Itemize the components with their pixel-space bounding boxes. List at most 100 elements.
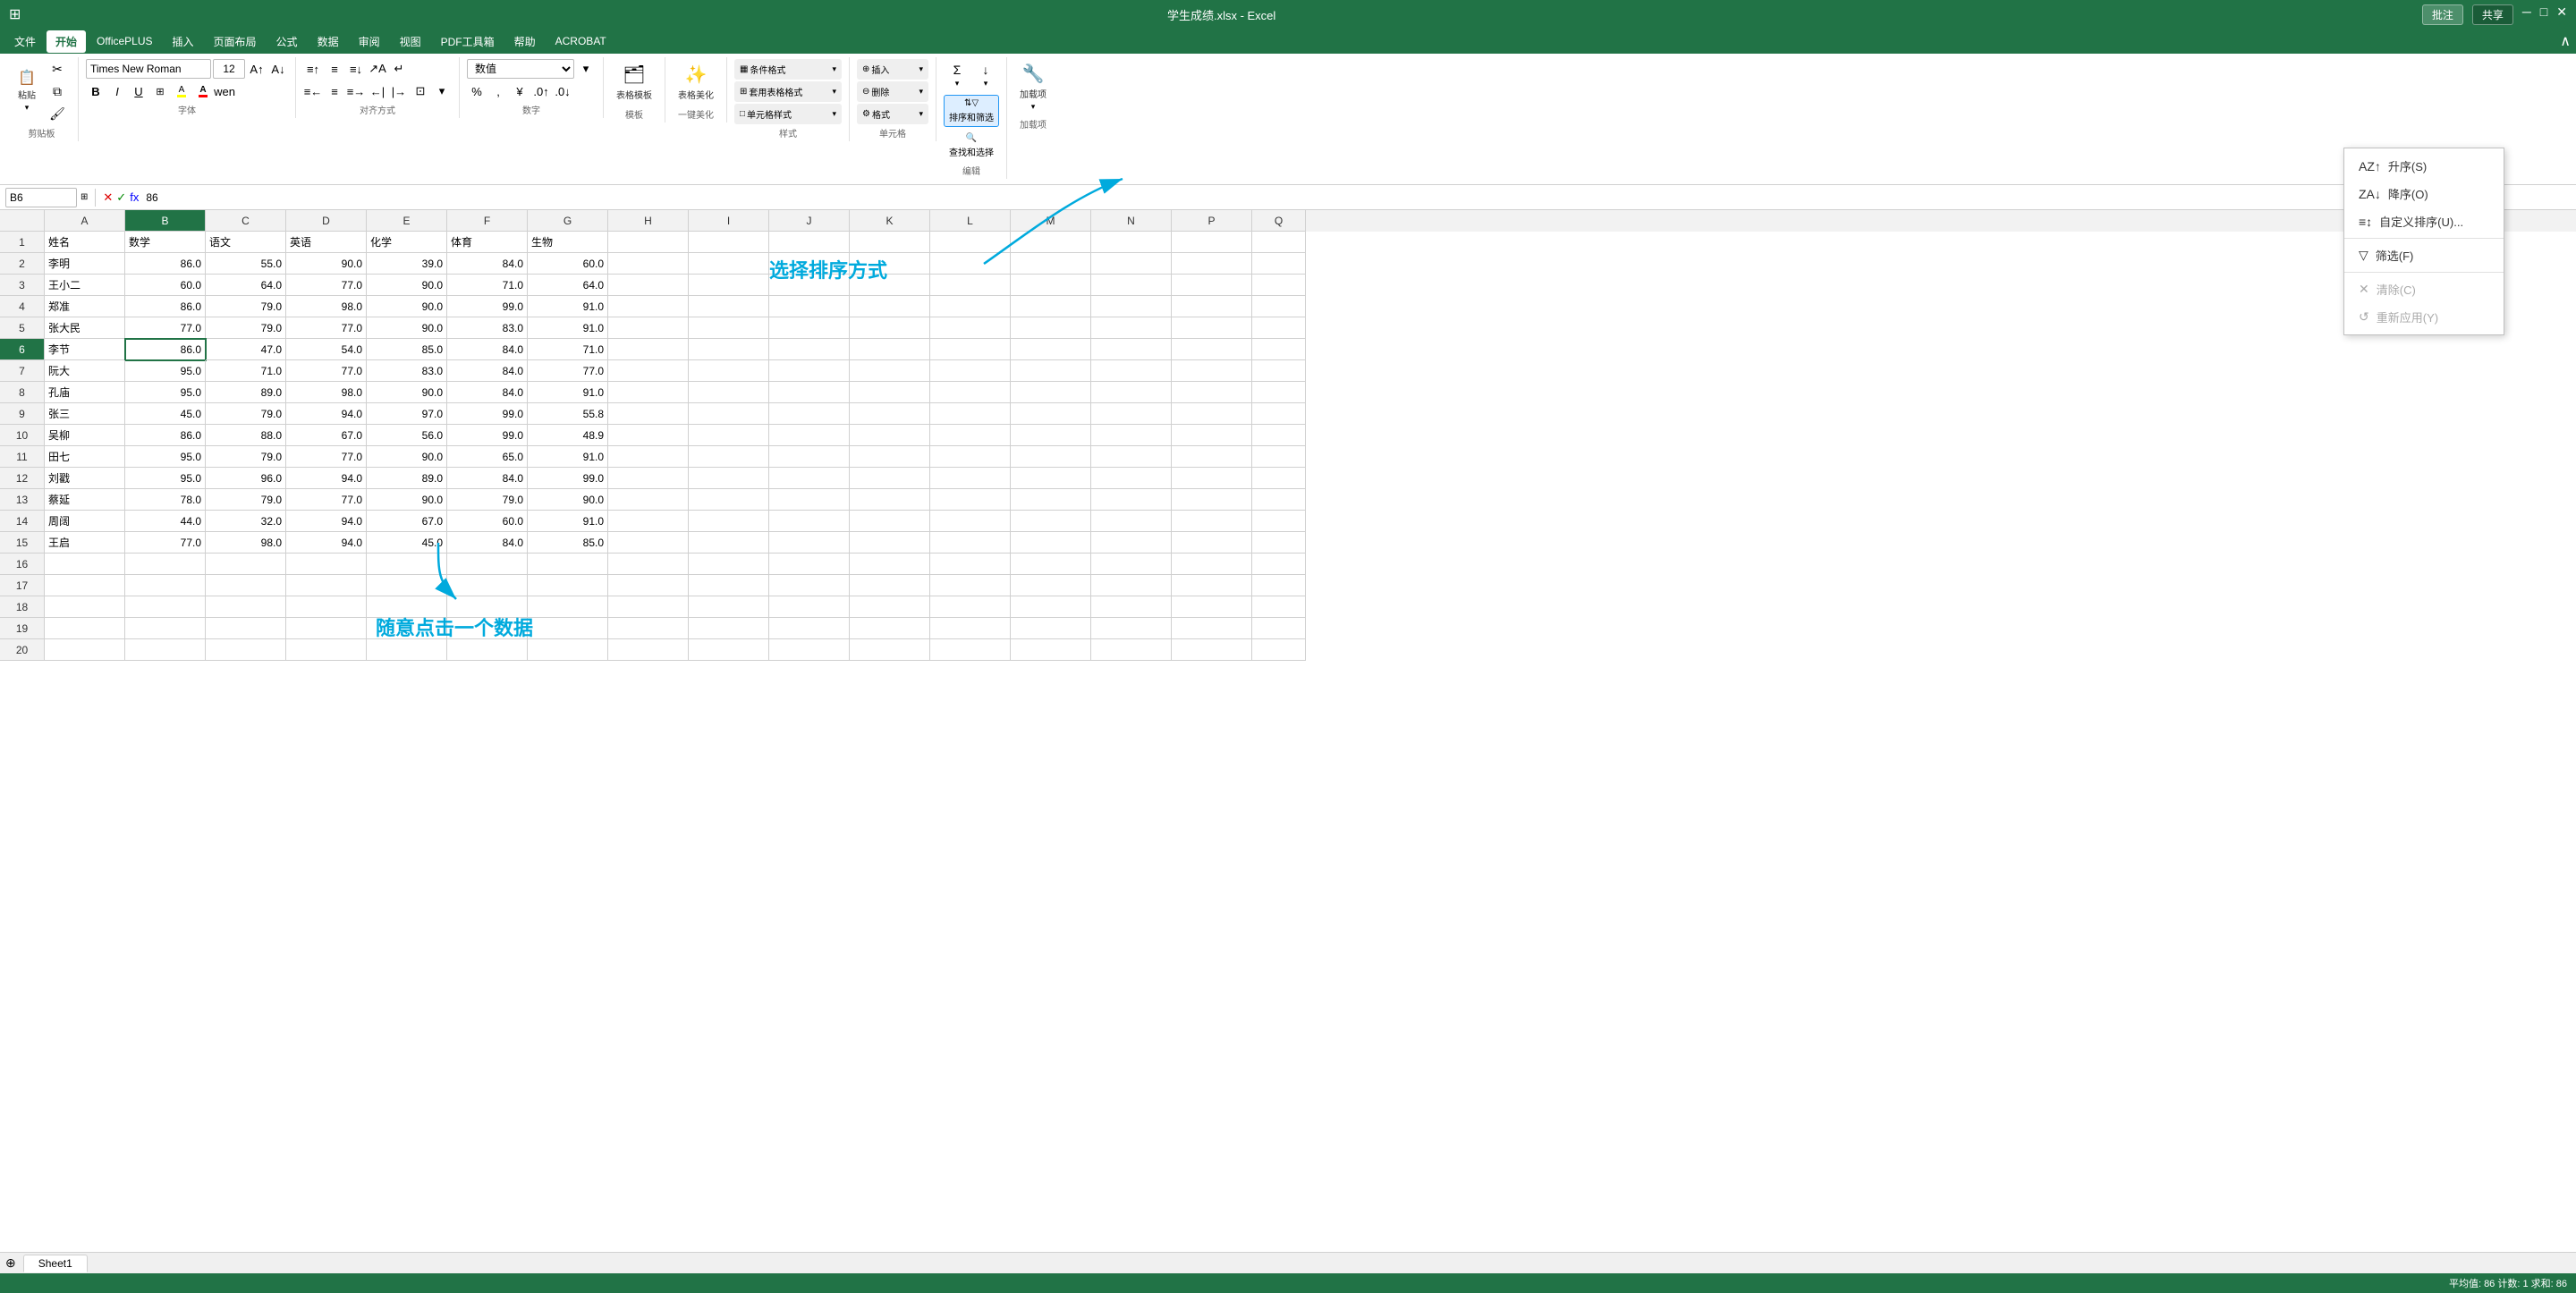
row-num-18[interactable]: 18 bbox=[0, 596, 45, 618]
cell-I6[interactable] bbox=[689, 339, 769, 360]
cell-P14[interactable] bbox=[1252, 511, 1306, 532]
cell-B17[interactable] bbox=[125, 575, 206, 596]
cell-C3[interactable]: 64.0 bbox=[206, 275, 286, 296]
cell-N11[interactable] bbox=[1091, 446, 1172, 468]
cell-F19[interactable] bbox=[447, 618, 528, 639]
cell-C9[interactable]: 79.0 bbox=[206, 403, 286, 425]
cell-C11[interactable]: 79.0 bbox=[206, 446, 286, 468]
cell-H5[interactable] bbox=[608, 317, 689, 339]
menu-pdftoolbox[interactable]: PDF工具箱 bbox=[432, 30, 504, 53]
cell-I17[interactable] bbox=[689, 575, 769, 596]
cell-A4[interactable]: 郑准 bbox=[45, 296, 125, 317]
cell-M10[interactable] bbox=[1011, 425, 1091, 446]
cell-P18[interactable] bbox=[1252, 596, 1306, 618]
cell-C18[interactable] bbox=[206, 596, 286, 618]
cell-G6[interactable]: 71.0 bbox=[528, 339, 608, 360]
merge-dropdown-button[interactable]: ▾ bbox=[432, 81, 452, 101]
cell-A8[interactable]: 孔庙 bbox=[45, 382, 125, 403]
cell-I16[interactable] bbox=[689, 554, 769, 575]
cell-D14[interactable]: 94.0 bbox=[286, 511, 367, 532]
cell-A7[interactable]: 阮大 bbox=[45, 360, 125, 382]
cell-J19[interactable] bbox=[769, 618, 850, 639]
cell-F14[interactable]: 60.0 bbox=[447, 511, 528, 532]
cell-B10[interactable]: 86.0 bbox=[125, 425, 206, 446]
cell-D16[interactable] bbox=[286, 554, 367, 575]
col-header-k[interactable]: K bbox=[850, 210, 930, 232]
cell-I12[interactable] bbox=[689, 468, 769, 489]
cell-E14[interactable]: 67.0 bbox=[367, 511, 447, 532]
cell-M11[interactable] bbox=[1011, 446, 1091, 468]
cell-M5[interactable] bbox=[1011, 317, 1091, 339]
cell-F7[interactable]: 84.0 bbox=[447, 360, 528, 382]
cell-I7[interactable] bbox=[689, 360, 769, 382]
cell-J18[interactable] bbox=[769, 596, 850, 618]
cell-H12[interactable] bbox=[608, 468, 689, 489]
row-num-1[interactable]: 1 bbox=[0, 232, 45, 253]
font-color-button[interactable]: A bbox=[193, 81, 213, 101]
cell-J8[interactable] bbox=[769, 382, 850, 403]
cell-O10[interactable] bbox=[1172, 425, 1252, 446]
cell-M13[interactable] bbox=[1011, 489, 1091, 511]
cell-l1[interactable] bbox=[930, 232, 1011, 253]
cell-O20[interactable] bbox=[1172, 639, 1252, 661]
col-header-j[interactable]: J bbox=[769, 210, 850, 232]
cell-D17[interactable] bbox=[286, 575, 367, 596]
font-size-input[interactable] bbox=[213, 59, 245, 79]
cell-J10[interactable] bbox=[769, 425, 850, 446]
cut-button[interactable]: ✂ bbox=[44, 59, 71, 80]
cell-D10[interactable]: 67.0 bbox=[286, 425, 367, 446]
cell-n1[interactable] bbox=[1091, 232, 1172, 253]
text-angle-button[interactable]: ↗A bbox=[368, 59, 387, 79]
cell-K5[interactable] bbox=[850, 317, 930, 339]
col-header-p[interactable]: P bbox=[1172, 210, 1252, 232]
row-num-3[interactable]: 3 bbox=[0, 275, 45, 296]
cell-C16[interactable] bbox=[206, 554, 286, 575]
row-num-7[interactable]: 7 bbox=[0, 360, 45, 382]
cell-A2[interactable]: 李明 bbox=[45, 253, 125, 275]
cell-P9[interactable] bbox=[1252, 403, 1306, 425]
cell-c1[interactable]: 语文 bbox=[206, 232, 286, 253]
cell-G11[interactable]: 91.0 bbox=[528, 446, 608, 468]
row-num-14[interactable]: 14 bbox=[0, 511, 45, 532]
cell-J20[interactable] bbox=[769, 639, 850, 661]
cell-O9[interactable] bbox=[1172, 403, 1252, 425]
cell-M14[interactable] bbox=[1011, 511, 1091, 532]
cell-M12[interactable] bbox=[1011, 468, 1091, 489]
col-header-h[interactable]: H bbox=[608, 210, 689, 232]
sheet-add-button[interactable]: ⊕ bbox=[5, 1255, 16, 1271]
col-header-b[interactable]: B bbox=[125, 210, 206, 232]
cell-E11[interactable]: 90.0 bbox=[367, 446, 447, 468]
menu-review[interactable]: 审阅 bbox=[350, 30, 389, 53]
cell-G9[interactable]: 55.8 bbox=[528, 403, 608, 425]
cell-E13[interactable]: 90.0 bbox=[367, 489, 447, 511]
sort-descending-item[interactable]: ZA↓ 降序(O) bbox=[2344, 180, 2504, 207]
cell-G10[interactable]: 48.9 bbox=[528, 425, 608, 446]
col-header-q[interactable]: Q bbox=[1252, 210, 1306, 232]
cell-G7[interactable]: 77.0 bbox=[528, 360, 608, 382]
cell-H17[interactable] bbox=[608, 575, 689, 596]
filter-item[interactable]: ▽ 筛选(F) bbox=[2344, 241, 2504, 269]
copy-button[interactable]: ⧉ bbox=[44, 81, 71, 102]
cell-B8[interactable]: 95.0 bbox=[125, 382, 206, 403]
find-select-button[interactable]: 🔍 查找和选择 bbox=[944, 130, 999, 162]
paste-button[interactable]: 📋 粘贴 ▾ bbox=[13, 68, 41, 116]
cell-L2[interactable] bbox=[930, 253, 1011, 275]
cell-H10[interactable] bbox=[608, 425, 689, 446]
fill-button[interactable]: ↓ ▾ bbox=[972, 59, 999, 92]
cell-K13[interactable] bbox=[850, 489, 930, 511]
cell-J4[interactable] bbox=[769, 296, 850, 317]
cell-G4[interactable]: 91.0 bbox=[528, 296, 608, 317]
align-bottom-button[interactable]: ≡↓ bbox=[346, 59, 366, 79]
comma-button[interactable]: , bbox=[488, 81, 508, 101]
cell-E5[interactable]: 90.0 bbox=[367, 317, 447, 339]
cell-H11[interactable] bbox=[608, 446, 689, 468]
cell-P4[interactable] bbox=[1252, 296, 1306, 317]
cell-A16[interactable] bbox=[45, 554, 125, 575]
row-num-15[interactable]: 15 bbox=[0, 532, 45, 554]
cell-F13[interactable]: 79.0 bbox=[447, 489, 528, 511]
cell-I8[interactable] bbox=[689, 382, 769, 403]
cell-L6[interactable] bbox=[930, 339, 1011, 360]
cell-K16[interactable] bbox=[850, 554, 930, 575]
cell-B4[interactable]: 86.0 bbox=[125, 296, 206, 317]
cell-D7[interactable]: 77.0 bbox=[286, 360, 367, 382]
